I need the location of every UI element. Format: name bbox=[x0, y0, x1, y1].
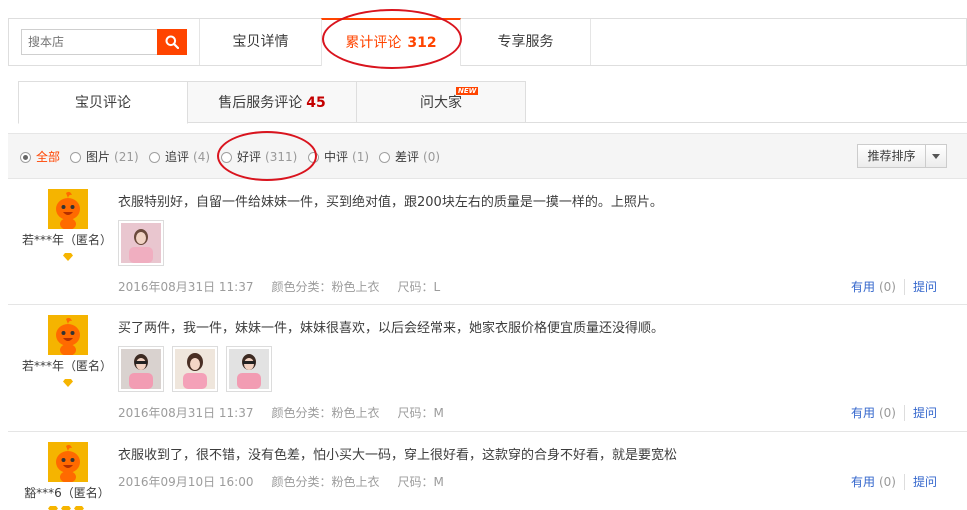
ask-button[interactable]: 提问 bbox=[913, 278, 937, 295]
ask-button[interactable]: 提问 bbox=[913, 473, 937, 490]
radio-icon bbox=[149, 151, 160, 163]
review-text: 买了两件，我一件，妹妹一件，妹妹很喜欢，以后会经常来，她家衣服价格便宜质量还没得… bbox=[118, 321, 665, 336]
review-photos bbox=[118, 346, 272, 392]
review-meta: 2016年09月10日 16:00 颜色分类：粉色上衣 尺码：M bbox=[118, 473, 462, 490]
radio-icon bbox=[221, 151, 232, 163]
filter-negative[interactable]: 差评 (0) bbox=[379, 149, 440, 165]
tab-label: 售后服务评论 bbox=[218, 95, 303, 111]
detail-tabbar: 宝贝详情 累计评论 312 专享服务 bbox=[8, 18, 967, 66]
review-item: 豁***6（匿名） 衣服收到了，很不错，没有色差，怕小买大一码，穿上很好看，这款… bbox=[8, 433, 967, 510]
sort-label: 推荐排序 bbox=[858, 145, 926, 167]
avatar bbox=[48, 442, 88, 482]
divider bbox=[903, 278, 905, 295]
review-text: 衣服特别好，自留一件给妹妹一件，买到绝对值，跟200块左右的质量是一摸一样的。上… bbox=[118, 195, 663, 210]
tab-exclusive-service[interactable]: 专享服务 bbox=[461, 19, 591, 65]
diamond-level-icon bbox=[63, 379, 73, 387]
tab-after-sales-reviews[interactable]: 售后服务评论 45 bbox=[187, 81, 357, 123]
filter-count: (311) bbox=[265, 150, 298, 164]
sort-dropdown[interactable]: 推荐排序 bbox=[857, 144, 947, 168]
filter-count: (1) bbox=[352, 150, 370, 164]
ask-button[interactable]: 提问 bbox=[913, 404, 937, 421]
divider bbox=[903, 404, 905, 421]
tab-item-reviews[interactable]: 宝贝评论 bbox=[18, 81, 188, 124]
filter-neutral[interactable]: 中评 (1) bbox=[308, 149, 369, 165]
review-meta: 2016年08月31日 11:37 颜色分类：粉色上衣 尺码：M bbox=[118, 404, 462, 421]
review-count: 312 bbox=[407, 35, 437, 51]
review-item: 若***年（匿名） 衣服特别好，自留一件给妹妹一件，买到绝对值，跟200块左右的… bbox=[8, 180, 967, 305]
review-sku-size: 尺码：L bbox=[397, 280, 441, 294]
review-sku-color: 颜色分类：粉色上衣 bbox=[271, 406, 380, 420]
new-badge: NEW bbox=[456, 87, 479, 95]
shop-search bbox=[21, 29, 187, 55]
avatar bbox=[48, 189, 88, 229]
filter-positive[interactable]: 好评 (311) bbox=[221, 149, 297, 165]
filter-pictures[interactable]: 图片 (21) bbox=[70, 149, 139, 165]
divider bbox=[903, 473, 905, 490]
useful-button[interactable]: 有用 bbox=[851, 473, 875, 490]
tab-item-details[interactable]: 宝贝详情 bbox=[199, 19, 321, 65]
filter-count: (21) bbox=[114, 150, 139, 164]
tab-label: 宝贝评论 bbox=[75, 95, 131, 111]
review-date: 2016年09月10日 16:00 bbox=[118, 475, 254, 489]
filter-followup[interactable]: 追评 (4) bbox=[149, 149, 210, 165]
review-actions: 有用 (0) 提问 bbox=[851, 404, 937, 421]
review-text: 衣服收到了，很不错，没有色差，怕小买大一码，穿上很好看，这款穿的合身不好看，就是… bbox=[118, 448, 678, 463]
filter-label: 差评 bbox=[395, 150, 420, 164]
useful-count: (0) bbox=[878, 474, 896, 489]
diamond-level-icon bbox=[48, 506, 84, 510]
tab-label: 问大家 bbox=[420, 95, 462, 111]
review-actions: 有用 (0) 提问 bbox=[851, 278, 937, 295]
user-name: 豁***6（匿名） bbox=[24, 486, 110, 500]
user-name: 若***年（匿名） bbox=[21, 233, 112, 247]
user-name: 若***年（匿名） bbox=[21, 359, 112, 373]
filter-all[interactable]: 全部 bbox=[20, 149, 60, 165]
review-sku-size: 尺码：M bbox=[397, 406, 444, 420]
useful-count: (0) bbox=[878, 405, 896, 420]
diamond-level-icon bbox=[63, 253, 73, 261]
search-icon bbox=[165, 35, 179, 49]
tab-reviews[interactable]: 累计评论 312 bbox=[321, 18, 461, 66]
review-photo[interactable] bbox=[118, 346, 164, 392]
radio-icon bbox=[379, 151, 390, 163]
useful-button[interactable]: 有用 bbox=[851, 404, 875, 421]
review-sku-color: 颜色分类：粉色上衣 bbox=[271, 475, 380, 489]
filter-label: 追评 bbox=[165, 150, 190, 164]
useful-button[interactable]: 有用 bbox=[851, 278, 875, 295]
tab-label: 宝贝详情 bbox=[232, 34, 289, 50]
review-photo[interactable] bbox=[118, 220, 164, 266]
useful-count: (0) bbox=[878, 279, 896, 294]
tab-label: 累计评论 bbox=[345, 35, 402, 51]
review-sku-color: 颜色分类：粉色上衣 bbox=[271, 280, 380, 294]
review-photos bbox=[118, 220, 164, 266]
review-filter-bar: 全部 图片 (21) 追评 (4) 好评 (311) 中评 (1) 差评 (0) 推荐排序 bbox=[8, 133, 967, 179]
review-actions: 有用 (0) 提问 bbox=[851, 473, 937, 490]
review-sku-size: 尺码：M bbox=[397, 475, 444, 489]
radio-icon bbox=[20, 151, 31, 163]
review-date: 2016年08月31日 11:37 bbox=[118, 280, 254, 294]
after-sales-count: 45 bbox=[306, 95, 326, 111]
filter-count: (0) bbox=[423, 150, 441, 164]
radio-icon bbox=[70, 151, 81, 163]
tab-ask-everyone[interactable]: 问大家 bbox=[356, 81, 526, 123]
search-button[interactable] bbox=[157, 29, 187, 55]
chevron-down-icon bbox=[926, 153, 946, 159]
review-date: 2016年08月31日 11:37 bbox=[118, 406, 254, 420]
filter-label: 好评 bbox=[237, 150, 262, 164]
filter-count: (4) bbox=[193, 150, 211, 164]
review-item: 若***年（匿名） 买了两件，我一件，妹妹一件，妹妹很喜欢，以后会经常来，她家衣… bbox=[8, 306, 967, 432]
shop-search-input[interactable] bbox=[22, 30, 156, 54]
filter-label: 图片 bbox=[86, 150, 111, 164]
radio-icon bbox=[308, 151, 319, 163]
avatar bbox=[48, 315, 88, 355]
filter-label: 全部 bbox=[36, 150, 61, 164]
review-subtabs: 宝贝评论 售后服务评论 45 问大家 bbox=[18, 81, 967, 124]
review-photo[interactable] bbox=[226, 346, 272, 392]
tab-label: 专享服务 bbox=[497, 34, 554, 50]
filter-label: 中评 bbox=[324, 150, 349, 164]
review-photo[interactable] bbox=[172, 346, 218, 392]
review-meta: 2016年08月31日 11:37 颜色分类：粉色上衣 尺码：L bbox=[118, 278, 458, 295]
